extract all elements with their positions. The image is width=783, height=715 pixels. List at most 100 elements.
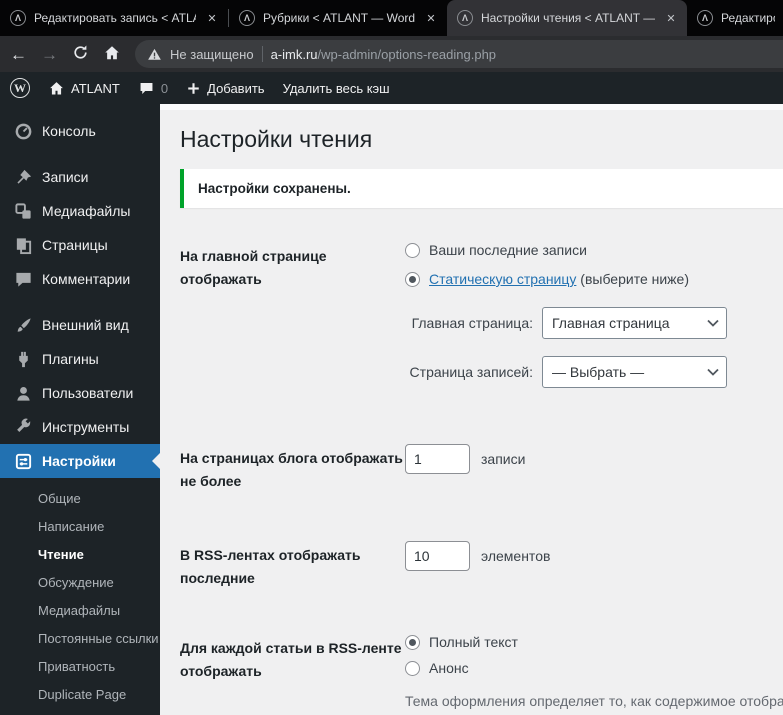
chevron-down-icon xyxy=(707,368,719,376)
tab-close-icon[interactable]: ✕ xyxy=(423,10,439,26)
rss-items-input[interactable] xyxy=(405,541,470,572)
current-menu-arrow-icon xyxy=(144,453,160,469)
browser-toolbar: ← → Не защищено a-imk.ru/wp-admin/option… xyxy=(0,36,783,72)
browser-tab-4[interactable]: Λ Редактировать запись < ATLANT xyxy=(687,0,783,36)
chevron-down-icon xyxy=(707,319,719,327)
add-new-menu[interactable]: Добавить xyxy=(186,80,265,96)
radio-checked-icon[interactable] xyxy=(405,634,420,650)
submenu-item-privacy[interactable]: Приватность xyxy=(0,652,160,680)
static-page-suffix: (выберите ниже) xyxy=(580,271,689,287)
menu-separator xyxy=(0,148,160,160)
sidebar-item-label: Страницы xyxy=(42,237,108,253)
radio-unchecked-icon[interactable] xyxy=(405,242,420,258)
submenu-item-permalinks[interactable]: Постоянные ссылки xyxy=(0,624,160,652)
sidebar-item-posts[interactable]: Записи xyxy=(0,160,160,194)
sidebar-item-label: Консоль xyxy=(42,123,96,139)
forward-icon[interactable]: → xyxy=(41,46,58,63)
page-title: Настройки чтения xyxy=(180,126,373,152)
url-text: a-imk.ru/wp-admin/options-reading.php xyxy=(271,47,496,62)
sidebar-item-tools[interactable]: Инструменты xyxy=(0,410,160,444)
posts-page-select-value: — Выбрать — xyxy=(552,364,645,380)
sidebar-item-plugins[interactable]: Плагины xyxy=(0,342,160,376)
sidebar-item-pages[interactable]: Страницы xyxy=(0,228,160,262)
settings-icon xyxy=(13,451,33,471)
site-name-label: ATLANT xyxy=(71,80,120,96)
reading-settings-form: На главной странице отображать Ваши посл… xyxy=(180,242,783,715)
paintbrush-icon xyxy=(13,315,33,335)
submenu-item-general[interactable]: Общие xyxy=(0,484,160,512)
site-name-menu[interactable]: ATLANT xyxy=(48,80,120,97)
sidebar-item-dashboard[interactable]: Консоль xyxy=(0,114,160,148)
dashboard-icon xyxy=(13,121,33,141)
submenu-item-reading[interactable]: Чтение xyxy=(0,540,160,568)
blog-pages-row: На страницах блога отображать не более з… xyxy=(180,444,783,493)
latest-posts-option[interactable]: Ваши последние записи xyxy=(405,242,783,258)
submenu-item-writing[interactable]: Написание xyxy=(0,512,160,540)
tab-title: Рубрики < ATLANT — WordPress xyxy=(263,11,415,25)
home-icon[interactable] xyxy=(103,44,121,65)
comments-menu[interactable]: 0 xyxy=(138,80,168,97)
tab-close-icon[interactable]: ✕ xyxy=(663,10,679,26)
browser-tab-active[interactable]: Λ Настройки чтения < ATLANT — WordPress … xyxy=(447,0,687,36)
front-page-select[interactable]: Главная страница xyxy=(542,307,727,339)
clear-cache-label: Удалить весь кэш xyxy=(282,80,390,96)
submenu-item-discussion[interactable]: Обсуждение xyxy=(0,568,160,596)
posts-page-select-row: Страница записей: — Выбрать — xyxy=(405,356,783,388)
wp-logo-menu[interactable]: W xyxy=(10,78,30,98)
browser-tab-1[interactable]: Λ Редактировать запись < ATLANT ✕ xyxy=(0,0,228,36)
posts-per-page-suffix: записи xyxy=(481,451,526,467)
sidebar-item-appearance[interactable]: Внешний вид xyxy=(0,308,160,342)
content-top-divider xyxy=(160,104,783,110)
summary-option[interactable]: Анонс xyxy=(405,660,783,676)
comment-icon xyxy=(13,269,33,289)
sidebar-item-users[interactable]: Пользователи xyxy=(0,376,160,410)
static-page-option-label: Статическую страницу (выберите ниже) xyxy=(429,271,689,287)
tab-close-icon[interactable]: ✕ xyxy=(204,10,220,26)
sidebar-item-media[interactable]: Медиафайлы xyxy=(0,194,160,228)
static-page-option[interactable]: Статическую страницу (выберите ниже) xyxy=(405,271,783,287)
wrench-icon xyxy=(13,417,33,437)
static-page-link[interactable]: Статическую страницу xyxy=(429,271,576,287)
url-path: /wp-admin/options-reading.php xyxy=(317,46,497,62)
clear-cache-menu[interactable]: Удалить весь кэш xyxy=(283,81,390,96)
back-icon[interactable]: ← xyxy=(10,46,27,63)
url-domain: a-imk.ru xyxy=(270,46,318,62)
not-secure-warning-icon[interactable] xyxy=(147,47,162,62)
wp-admin-menu: Консоль Записи Медиафайлы Страницы Комме… xyxy=(0,104,160,715)
sidebar-item-label: Инструменты xyxy=(42,419,130,435)
front-page-select-value: Главная страница xyxy=(552,315,670,331)
plugin-icon xyxy=(13,349,33,369)
full-text-option[interactable]: Полный текст xyxy=(405,634,783,650)
rss-items-row: В RSS-лентах отображать последние элемен… xyxy=(180,541,783,590)
submenu-item-media[interactable]: Медиафайлы xyxy=(0,596,160,624)
sidebar-item-comments[interactable]: Комментарии xyxy=(0,262,160,296)
wordpress-logo-icon: W xyxy=(10,78,30,98)
rss-content-label: Для каждой статьи в RSS-ленте отображать xyxy=(180,640,402,680)
summary-option-label: Анонс xyxy=(429,660,469,677)
user-icon xyxy=(13,383,33,403)
submenu-item-duplicate-page[interactable]: Duplicate Page xyxy=(0,680,160,708)
posts-page-select[interactable]: — Выбрать — xyxy=(542,356,727,388)
radio-checked-icon[interactable] xyxy=(405,271,420,287)
sidebar-item-label: Настройки xyxy=(42,453,116,469)
radio-unchecked-icon[interactable] xyxy=(405,660,420,676)
browser-tab-2[interactable]: Λ Рубрики < ATLANT — WordPress ✕ xyxy=(229,0,447,36)
reload-icon[interactable] xyxy=(72,44,89,64)
front-page-select-row: Главная страница: Главная страница xyxy=(405,307,783,339)
rss-items-label: В RSS-лентах отображать последние xyxy=(180,547,361,587)
comment-bubble-icon xyxy=(140,82,153,94)
sidebar-item-settings[interactable]: Настройки xyxy=(0,444,160,478)
rss-content-row: Для каждой статьи в RSS-ленте отображать… xyxy=(180,634,783,715)
settings-submenu: Общие Написание Чтение Обсуждение Медиаф… xyxy=(0,478,160,712)
sidebar-item-label: Медиафайлы xyxy=(42,203,131,219)
site-favicon: Λ xyxy=(697,10,713,26)
settings-reading-page: Настройки чтения Настройки сохранены. На… xyxy=(160,104,783,715)
address-bar[interactable]: Не защищено a-imk.ru/wp-admin/options-re… xyxy=(135,40,783,68)
tab-title: Редактировать запись < ATLANT xyxy=(721,11,775,25)
site-favicon: Λ xyxy=(457,10,473,26)
sidebar-item-label: Плагины xyxy=(42,351,99,367)
site-favicon: Λ xyxy=(10,10,26,26)
posts-per-page-input[interactable] xyxy=(405,444,470,474)
add-new-label: Добавить xyxy=(207,80,265,96)
blog-pages-label: На страницах блога отображать не более xyxy=(180,450,403,490)
